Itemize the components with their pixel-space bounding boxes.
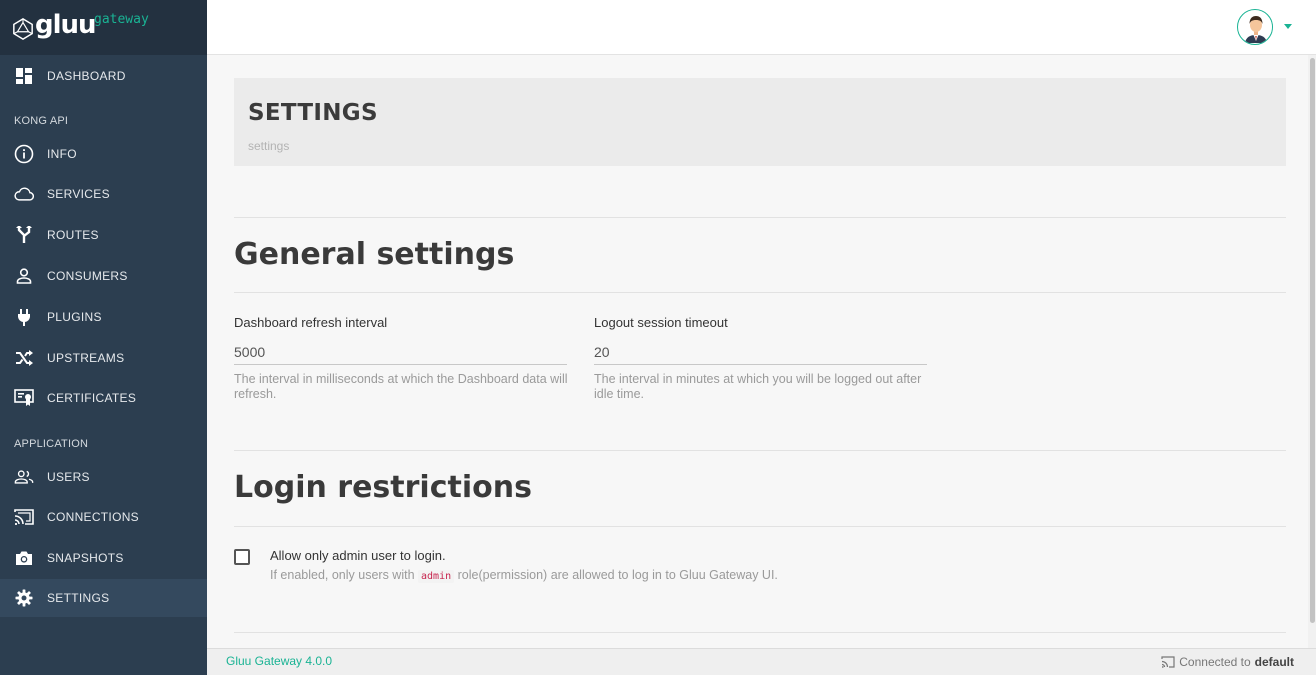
cast-icon [14, 507, 34, 527]
admin-only-label[interactable]: Allow only admin user to login. [270, 548, 446, 563]
scrollbar-thumb[interactable] [1310, 58, 1315, 623]
admin-only-help-before: If enabled, only users with [270, 568, 415, 582]
section-kong-api: KONG API [14, 115, 69, 127]
camera-icon [14, 548, 34, 568]
footer: Gluu Gateway 4.0.0 Connected to default [207, 648, 1316, 675]
routes-icon [14, 225, 34, 245]
connected-prefix: Connected to [1179, 655, 1251, 669]
section-application: APPLICATION [14, 438, 89, 450]
cloud-icon [14, 184, 34, 204]
divider [234, 217, 1286, 218]
sidebar-item-services[interactable]: SERVICES [0, 175, 207, 213]
sidebar-item-certificates[interactable]: CERTIFICATES [0, 379, 207, 417]
sidebar-item-routes[interactable]: ROUTES [0, 216, 207, 254]
brand-name: gluu [35, 9, 97, 40]
divider [234, 450, 1286, 451]
divider [234, 292, 1286, 293]
admin-only-checkbox[interactable] [234, 549, 250, 565]
sidebar-item-label: INFO [47, 147, 77, 161]
sidebar-item-connections[interactable]: CONNECTIONS [0, 498, 207, 536]
person-icon [14, 266, 34, 286]
topbar [207, 0, 1316, 55]
user-avatar[interactable] [1237, 9, 1273, 45]
sidebar-item-label: UPSTREAMS [47, 351, 125, 365]
admin-only-help-after: role(permission) are allowed to log in t… [457, 568, 778, 582]
chevron-down-icon[interactable] [1284, 24, 1292, 29]
avatar-icon [1245, 16, 1267, 43]
users-icon [14, 467, 34, 487]
sidebar-item-users[interactable]: USERS [0, 458, 207, 496]
sidebar-item-label: SERVICES [47, 187, 110, 201]
sidebar-item-info[interactable]: INFO [0, 135, 207, 173]
page-header: SETTINGS settings [234, 78, 1286, 166]
admin-role-code: admin [418, 570, 455, 583]
info-icon [14, 144, 34, 164]
sidebar-item-consumers[interactable]: CONSUMERS [0, 257, 207, 295]
refresh-interval-help: The interval in milliseconds at which th… [234, 372, 568, 401]
version-label: Gluu Gateway 4.0.0 [226, 654, 333, 668]
gear-icon [14, 588, 34, 608]
dashboard-icon [14, 66, 34, 86]
sidebar-item-label: PLUGINS [47, 310, 102, 324]
connection-status: Connected to default [1161, 655, 1294, 669]
logout-timeout-label: Logout session timeout [594, 315, 728, 330]
brand[interactable]: gluu gateway [0, 0, 207, 55]
refresh-interval-label: Dashboard refresh interval [234, 315, 388, 330]
admin-only-help: If enabled, only users with admin role(p… [270, 568, 778, 583]
sidebar-item-label: DASHBOARD [47, 69, 126, 83]
sidebar-item-dashboard[interactable]: DASHBOARD [0, 57, 207, 95]
sidebar-item-settings[interactable]: SETTINGS [0, 579, 207, 617]
section-title-general: General settings [234, 237, 515, 272]
sidebar-item-plugins[interactable]: PLUGINS [0, 298, 207, 336]
sidebar-item-label: SNAPSHOTS [47, 551, 124, 565]
sidebar-item-label: ROUTES [47, 228, 99, 242]
cast-icon [1161, 656, 1175, 668]
logout-timeout-input[interactable] [594, 339, 927, 365]
sidebar-item-label: CONSUMERS [47, 269, 128, 283]
brand-sub: gateway [94, 12, 149, 27]
connected-node[interactable]: default [1255, 655, 1294, 669]
breadcrumb: settings [248, 139, 290, 153]
sidebar-item-label: CONNECTIONS [47, 510, 139, 524]
sidebar-item-label: CERTIFICATES [47, 391, 137, 405]
gluu-logo-icon [13, 17, 33, 40]
divider [234, 526, 1286, 527]
divider [234, 632, 1286, 633]
sidebar-item-upstreams[interactable]: UPSTREAMS [0, 339, 207, 377]
sidebar-item-label: SETTINGS [47, 591, 110, 605]
section-title-login: Login restrictions [234, 470, 532, 505]
page-title: SETTINGS [248, 100, 378, 126]
refresh-interval-input[interactable] [234, 339, 567, 365]
certificate-icon [14, 388, 34, 408]
plug-icon [14, 307, 34, 327]
sidebar: gluu gateway DASHBOARD KONG API INFO SER… [0, 0, 207, 675]
logout-timeout-help: The interval in minutes at which you wil… [594, 372, 922, 401]
sidebar-item-label: USERS [47, 470, 90, 484]
shuffle-icon [14, 348, 34, 368]
sidebar-item-snapshots[interactable]: SNAPSHOTS [0, 539, 207, 577]
